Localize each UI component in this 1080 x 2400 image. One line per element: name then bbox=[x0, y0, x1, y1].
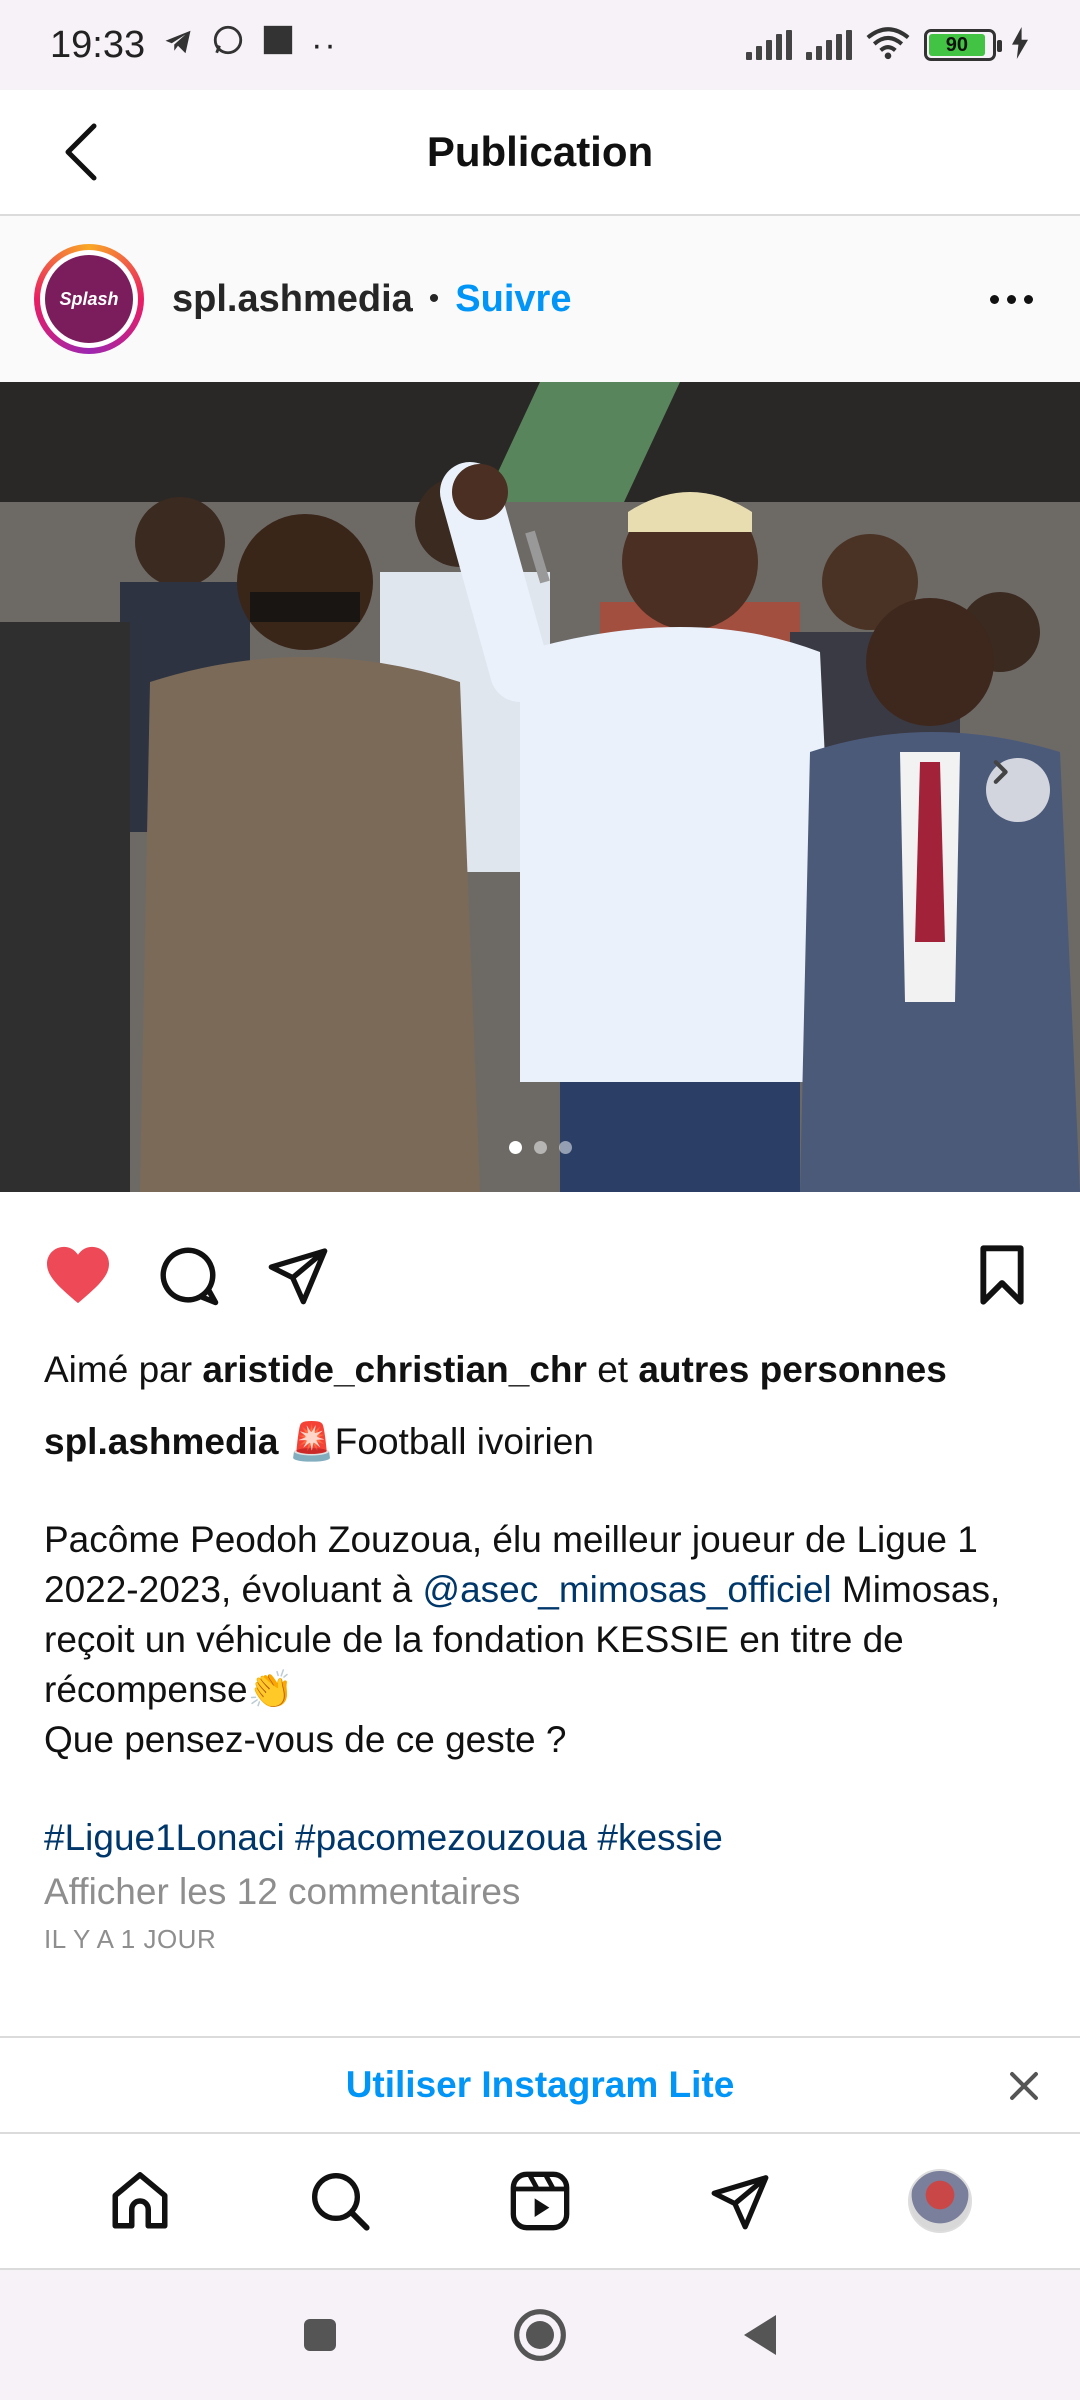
circle-icon bbox=[514, 2309, 566, 2361]
charging-icon bbox=[1010, 26, 1030, 64]
caption-question: Que pensez-vous de ce geste ? bbox=[44, 1719, 567, 1760]
comment-icon bbox=[160, 1247, 219, 1306]
more-dot-icon bbox=[1023, 294, 1033, 304]
likes-user[interactable]: aristide_christian_chr bbox=[202, 1349, 587, 1390]
send-icon bbox=[268, 1248, 328, 1305]
profile-avatar bbox=[908, 2169, 972, 2233]
search-icon bbox=[312, 2173, 370, 2231]
recent-apps-button[interactable] bbox=[285, 2300, 355, 2370]
more-dot-icon bbox=[1006, 294, 1016, 304]
hashtag-link[interactable]: #pacomezouzoua bbox=[295, 1817, 587, 1858]
page-title: Publication bbox=[426, 128, 654, 175]
likes-summary[interactable]: Aimé par aristide_christian_chr et autre… bbox=[44, 1345, 1044, 1395]
nav-search[interactable] bbox=[300, 2161, 380, 2241]
caption-body: Pacôme Peodoh Zouzoua, élu meilleur joue… bbox=[44, 1515, 1044, 1765]
whatsapp-icon bbox=[211, 23, 245, 67]
carousel-indicator bbox=[0, 1141, 1080, 1154]
heart-filled-icon bbox=[47, 1246, 109, 1304]
chevron-left-icon bbox=[65, 123, 97, 181]
square-icon bbox=[304, 2319, 336, 2351]
instagram-lite-banner: Utiliser Instagram Lite bbox=[0, 2036, 1080, 2134]
nav-reels[interactable] bbox=[500, 2161, 580, 2241]
home-icon bbox=[112, 2172, 168, 2229]
more-options-button[interactable] bbox=[976, 264, 1046, 334]
chevron-right-icon bbox=[993, 760, 1008, 784]
caption-headline: spl.ashmedia 🚨Football ivoirien bbox=[44, 1417, 1044, 1467]
home-system-button[interactable] bbox=[505, 2300, 575, 2370]
carousel-dot bbox=[508, 1141, 522, 1154]
send-icon bbox=[711, 2175, 769, 2230]
wifi-icon bbox=[866, 26, 910, 65]
telegram-icon bbox=[161, 24, 195, 67]
likes-others[interactable]: autres personnes bbox=[638, 1349, 946, 1390]
caption-hashtags: #Ligue1Lonaci #pacomezouzoua #kessie bbox=[44, 1813, 1044, 1863]
share-button[interactable] bbox=[262, 1239, 334, 1311]
post-author-row: Splash spl.ashmedia • Suivre bbox=[0, 216, 1080, 382]
top-app-bar: Publication bbox=[0, 90, 1080, 216]
bookmark-icon bbox=[980, 1245, 1024, 1305]
avatar-logo-text: Splash bbox=[45, 255, 133, 343]
nav-home[interactable] bbox=[100, 2161, 180, 2241]
post-photo bbox=[0, 382, 1080, 1192]
author-username[interactable]: spl.ashmedia bbox=[172, 278, 413, 321]
caption-headline-text: 🚨Football ivoirien bbox=[288, 1421, 594, 1462]
follow-button[interactable]: Suivre bbox=[455, 278, 571, 321]
caption-author[interactable]: spl.ashmedia bbox=[44, 1421, 278, 1462]
hashtag-link[interactable]: #Ligue1Lonaci bbox=[44, 1817, 285, 1858]
signal-icon bbox=[746, 30, 792, 60]
close-banner-button[interactable] bbox=[998, 2060, 1050, 2112]
nav-profile[interactable] bbox=[900, 2161, 980, 2241]
notification-square-icon bbox=[261, 23, 295, 67]
post-image-carousel[interactable] bbox=[0, 382, 1080, 1192]
comment-button[interactable] bbox=[152, 1239, 224, 1311]
view-comments-link[interactable]: Afficher les 12 commentaires bbox=[44, 1867, 1044, 1917]
author-avatar[interactable]: Splash bbox=[34, 244, 144, 354]
back-button[interactable] bbox=[52, 122, 112, 182]
likes-prefix: Aimé par bbox=[44, 1349, 193, 1390]
post-actions bbox=[0, 1230, 1080, 1320]
bottom-navigation bbox=[0, 2134, 1080, 2270]
status-time: 19:33 bbox=[50, 23, 146, 66]
carousel-dot bbox=[533, 1141, 547, 1154]
hashtag-link[interactable]: #kessie bbox=[597, 1817, 722, 1858]
post-details: Aimé par aristide_christian_chr et autre… bbox=[44, 1345, 1044, 1959]
post-timestamp: IL Y A 1 JOUR bbox=[44, 1924, 217, 1954]
carousel-dot bbox=[558, 1141, 572, 1154]
signal-icon-2 bbox=[806, 30, 852, 60]
system-back-button[interactable] bbox=[725, 2300, 795, 2370]
battery-icon: 90 bbox=[924, 29, 1002, 61]
use-instagram-lite-link[interactable]: Utiliser Instagram Lite bbox=[346, 2064, 735, 2106]
system-navigation-bar bbox=[0, 2270, 1080, 2400]
nav-direct[interactable] bbox=[700, 2161, 780, 2241]
like-button[interactable] bbox=[42, 1239, 114, 1311]
next-image-button[interactable] bbox=[986, 758, 1050, 822]
separator-dot: • bbox=[428, 282, 440, 315]
likes-middle: et bbox=[597, 1349, 629, 1390]
status-bar: 19:33 ·· 90 bbox=[0, 0, 1080, 90]
caption-mention-link[interactable]: @asec_mimosas_officiel bbox=[423, 1569, 832, 1610]
triangle-back-icon bbox=[744, 2315, 776, 2355]
more-notifications-icon: ·· bbox=[311, 25, 338, 64]
close-icon bbox=[1010, 2072, 1038, 2100]
reels-icon bbox=[510, 2171, 570, 2231]
more-dot-icon bbox=[989, 294, 999, 304]
battery-level: 90 bbox=[929, 34, 985, 56]
save-button[interactable] bbox=[966, 1239, 1038, 1311]
